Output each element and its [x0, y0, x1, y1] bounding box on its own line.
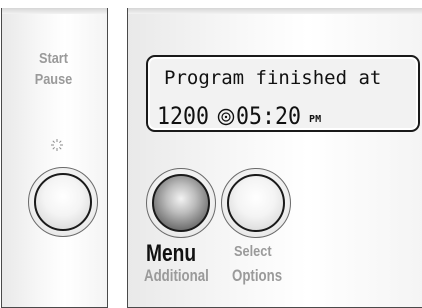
options-label: Options — [232, 266, 283, 285]
start-pause-button[interactable] — [28, 167, 98, 237]
display-time-part2: 05:20 — [235, 102, 301, 130]
display-time-row: 1200 05:20 PM — [157, 99, 321, 129]
menu-button[interactable] — [146, 168, 216, 238]
sparkle-led-icon — [51, 139, 63, 151]
lcd-display: Program finished at 1200 05:20 PM — [146, 55, 420, 132]
display-ampm: PM — [309, 114, 322, 125]
clock-icon — [217, 108, 234, 126]
display-time-part1: 1200 — [157, 102, 210, 130]
additional-label: Additional — [144, 266, 209, 285]
display-status-text: Program finished at — [164, 67, 382, 89]
menu-label: Menu — [146, 240, 197, 267]
select-button[interactable] — [221, 168, 291, 238]
select-label: Select — [234, 243, 272, 260]
pause-label: Pause — [34, 71, 73, 88]
start-label: Start — [38, 50, 69, 67]
